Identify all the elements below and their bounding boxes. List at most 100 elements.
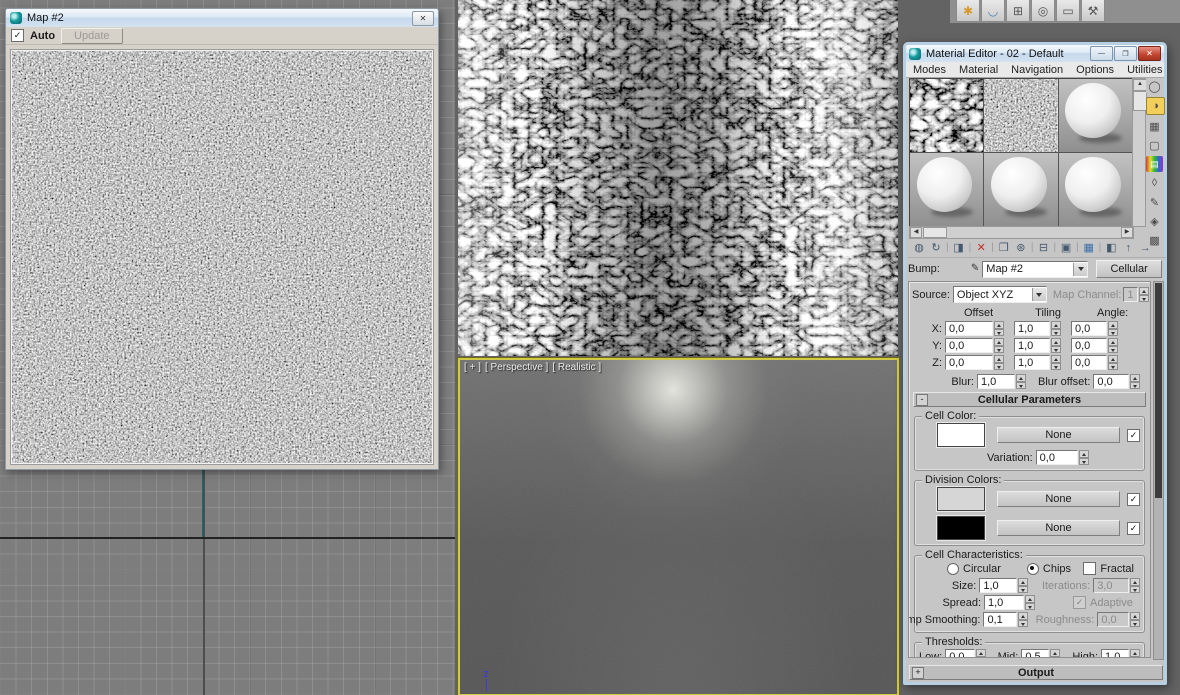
viewport-menu-general[interactable]: [ + ] xyxy=(464,362,481,373)
minimize-icon[interactable]: — xyxy=(1090,46,1113,61)
go-to-parent-icon[interactable]: ↑ xyxy=(1121,242,1135,254)
show-end-result-icon[interactable]: ◧ xyxy=(1104,241,1118,254)
modify-tab-icon[interactable]: ◡ xyxy=(981,0,1005,22)
tiling-z-field[interactable]: 1,0 xyxy=(1014,355,1050,370)
motion-tab-icon[interactable]: ◎ xyxy=(1031,0,1055,22)
blur-spinner[interactable] xyxy=(1016,374,1026,389)
menu-navigation[interactable]: Navigation xyxy=(1011,64,1063,76)
tiling-y-spinner[interactable] xyxy=(1051,338,1061,353)
variation-field[interactable]: 0,0 xyxy=(1035,450,1078,465)
division-color-top-swatch[interactable] xyxy=(937,487,985,511)
chips-radio[interactable] xyxy=(1026,562,1039,575)
spread-field[interactable]: 1,0 xyxy=(984,595,1024,610)
cellular-parameters-rollout[interactable]: - Cellular Parameters xyxy=(913,392,1146,407)
auto-checkbox[interactable]: ✓ xyxy=(11,29,24,42)
sample-slot-sphere[interactable] xyxy=(984,153,1058,226)
hierarchy-tab-icon[interactable]: ⊞ xyxy=(1006,0,1030,22)
offset-y-spinner[interactable] xyxy=(994,338,1004,353)
sample-slot-sphere[interactable] xyxy=(1058,79,1132,152)
offset-y-field[interactable]: 0,0 xyxy=(945,338,993,353)
menu-options[interactable]: Options xyxy=(1076,64,1114,76)
map-window-titlebar[interactable]: Map #2 ✕ xyxy=(6,9,438,27)
close-icon[interactable]: ✕ xyxy=(1138,46,1161,61)
iterations-field[interactable]: 3,0 xyxy=(1093,578,1129,593)
angle-x-spinner[interactable] xyxy=(1108,321,1118,336)
make-material-copy-icon[interactable]: ❒ xyxy=(997,241,1011,254)
sample-slot-sphere[interactable] xyxy=(910,153,984,226)
video-color-check-icon[interactable]: ▤ xyxy=(1146,156,1163,172)
display-tab-icon[interactable]: ▭ xyxy=(1056,0,1080,22)
angle-x-field[interactable]: 0,0 xyxy=(1071,321,1107,336)
division-color-bottom-swatch[interactable] xyxy=(937,516,985,540)
collapse-icon[interactable]: - xyxy=(916,394,928,406)
map-channel-field[interactable]: 1 xyxy=(1123,287,1138,302)
division-color-top-map-button[interactable]: None xyxy=(997,491,1120,507)
map-name-dropdown[interactable]: Map #2 xyxy=(982,260,1089,278)
roughness-spinner[interactable] xyxy=(1130,612,1140,627)
viewport-menu-shading[interactable]: [ Realistic ] xyxy=(552,362,601,373)
generate-preview-icon[interactable]: ◊ xyxy=(1146,175,1163,191)
iterations-spinner[interactable] xyxy=(1130,578,1140,593)
sample-slot-sphere[interactable] xyxy=(1058,153,1132,226)
sample-slot-noise-selected[interactable] xyxy=(984,79,1058,152)
mid-field[interactable]: 0,5 xyxy=(1021,649,1050,657)
options-icon[interactable]: ✎ xyxy=(1146,194,1163,210)
sample-uv-tiling-icon[interactable]: ▢ xyxy=(1146,137,1163,153)
close-icon[interactable]: ✕ xyxy=(412,10,434,26)
sample-slot-crystal[interactable] xyxy=(910,79,984,152)
size-spinner[interactable] xyxy=(1017,578,1028,593)
high-field[interactable]: 1,0 xyxy=(1101,649,1129,657)
texture-preview-viewport[interactable] xyxy=(458,0,898,356)
cell-color-swatch[interactable] xyxy=(937,423,985,447)
make-unique-icon[interactable]: ⊛ xyxy=(1014,241,1028,254)
mid-spinner[interactable] xyxy=(1050,649,1061,657)
update-button[interactable]: Update xyxy=(61,27,123,44)
parameters-scrollbar[interactable] xyxy=(1153,281,1164,660)
offset-z-spinner[interactable] xyxy=(994,355,1004,370)
slots-vertical-scrollbar[interactable]: ▲ xyxy=(1132,78,1147,227)
background-icon[interactable]: ▦ xyxy=(1146,118,1163,134)
material-editor-titlebar[interactable]: Material Editor - 02 - Default — ❐ ✕ xyxy=(906,45,1164,62)
roughness-field[interactable]: 0,0 xyxy=(1097,612,1129,627)
bump-smoothing-spinner[interactable] xyxy=(1017,612,1028,627)
low-field[interactable]: 0,0 xyxy=(945,649,975,657)
create-tab-icon[interactable]: ✱ xyxy=(956,0,980,22)
tiling-x-spinner[interactable] xyxy=(1051,321,1061,336)
source-dropdown[interactable]: Object XYZ xyxy=(952,286,1047,303)
angle-y-field[interactable]: 0,0 xyxy=(1071,338,1107,353)
sample-type-sphere-icon[interactable]: ◯ xyxy=(1146,78,1163,94)
angle-y-spinner[interactable] xyxy=(1108,338,1118,353)
scrollbar-thumb[interactable] xyxy=(1155,283,1162,498)
backlight-icon[interactable]: ◑ xyxy=(1146,97,1165,115)
chevron-down-icon[interactable] xyxy=(1031,288,1046,301)
show-shaded-material-in-viewport-icon[interactable]: ▦ xyxy=(1082,241,1096,254)
fractal-checkbox[interactable] xyxy=(1083,562,1097,575)
reset-map-icon[interactable]: ✕ xyxy=(974,241,988,254)
blur-offset-field[interactable]: 0,0 xyxy=(1093,374,1130,389)
select-by-material-icon[interactable]: ◈ xyxy=(1146,213,1163,229)
blur-field[interactable]: 1,0 xyxy=(977,374,1015,389)
high-spinner[interactable] xyxy=(1130,649,1140,657)
bump-smoothing-field[interactable]: 0,1 xyxy=(983,612,1017,627)
low-spinner[interactable] xyxy=(975,649,986,657)
viewport-menu-pov[interactable]: [ Perspective ] xyxy=(485,362,548,373)
cell-color-map-button[interactable]: None xyxy=(997,427,1120,443)
output-rollout[interactable]: + Output xyxy=(909,665,1163,680)
chevron-down-icon[interactable] xyxy=(1073,262,1088,276)
put-material-to-scene-icon[interactable]: ↻ xyxy=(929,241,943,254)
go-forward-to-sibling-icon[interactable]: → xyxy=(1138,242,1152,254)
map-channel-spinner[interactable] xyxy=(1138,287,1149,302)
blur-offset-spinner[interactable] xyxy=(1130,374,1141,389)
offset-x-spinner[interactable] xyxy=(994,321,1004,336)
perspective-viewport[interactable]: [ + ] [ Perspective ] [ Realistic ] Z xyxy=(457,357,900,695)
size-field[interactable]: 1,0 xyxy=(979,578,1017,593)
menu-modes[interactable]: Modes xyxy=(913,64,946,76)
variation-spinner[interactable] xyxy=(1078,450,1089,465)
tiling-y-field[interactable]: 1,0 xyxy=(1014,338,1050,353)
scrollbar-thumb[interactable] xyxy=(923,227,947,238)
menu-utilities[interactable]: Utilities xyxy=(1127,64,1162,76)
get-material-icon[interactable]: ◍ xyxy=(912,241,926,254)
expand-icon[interactable]: + xyxy=(912,667,924,679)
circular-radio[interactable] xyxy=(947,562,959,575)
offset-z-field[interactable]: 0,0 xyxy=(945,355,993,370)
